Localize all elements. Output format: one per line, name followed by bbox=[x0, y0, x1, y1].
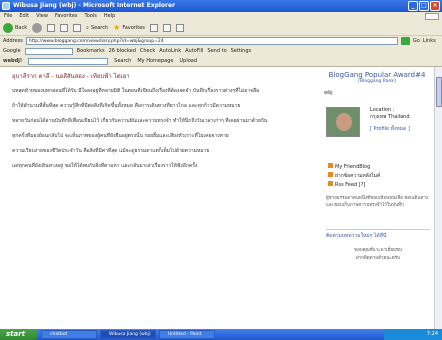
friend-icon bbox=[328, 163, 333, 168]
popup-blocked-button[interactable]: 26 blocked bbox=[109, 48, 136, 54]
post-title: อุบาลีราก ตาลึ - นอสีสันสอง - เทียบฟ้า ไ… bbox=[12, 73, 130, 80]
sidebar-links: My FriendBlog ฝากข้อความหลังไมค์ Rss Fee… bbox=[328, 163, 380, 190]
home-icon bbox=[73, 24, 82, 32]
check-button[interactable]: Check bbox=[140, 48, 155, 54]
scroll-thumb[interactable] bbox=[436, 77, 442, 107]
post-paragraph: บทสุดท้ายของบทกลอนที่ได้รับ มีใจลงอยู่ที… bbox=[12, 88, 260, 94]
links-label[interactable]: Links bbox=[423, 38, 436, 44]
award-title[interactable]: BlogGang Popular Award#4 bbox=[320, 71, 434, 79]
menu-file[interactable]: File bbox=[4, 12, 12, 21]
close-button[interactable]: × bbox=[430, 1, 440, 11]
go-label: Go bbox=[412, 38, 420, 44]
google-toolbar: Google Bookmarks 26 blocked Check AutoLi… bbox=[0, 46, 442, 56]
web-toolbar: webdj! Search My Homepage Upload bbox=[0, 56, 442, 67]
address-input[interactable]: http://www.bloggang.com/viewdiary.php?id… bbox=[25, 37, 398, 45]
menu-edit[interactable]: Edit bbox=[19, 12, 29, 21]
forward-button[interactable] bbox=[32, 23, 43, 34]
taskbar-item[interactable]: chatbot bbox=[41, 330, 97, 339]
homepage-button[interactable]: My Homepage bbox=[137, 58, 173, 64]
menu-favorites[interactable]: Favorites bbox=[55, 12, 78, 21]
upload-button[interactable]: Upload bbox=[179, 58, 197, 64]
sidebar: BlogGang Popular Award#4 [Bloggang Rank]… bbox=[320, 67, 434, 329]
forward-arrow-icon bbox=[32, 23, 43, 33]
mail-icon bbox=[162, 24, 171, 32]
post-paragraph: ทุกครั้งที่มองย้อนกลับไป จะเห็นภาพของผู้… bbox=[12, 133, 229, 139]
window-titlebar: Wibusa Jiang (wbj) - Microsoft Internet … bbox=[0, 0, 442, 12]
media-button[interactable] bbox=[149, 23, 158, 34]
start-button[interactable]: start bbox=[0, 329, 38, 340]
web-search-button[interactable]: Search bbox=[114, 58, 131, 64]
media-icon bbox=[149, 24, 158, 32]
profile-link[interactable]: [ Profile ทั้งหมด ] bbox=[370, 125, 410, 133]
taskbar-item[interactable]: Untitled - Paint bbox=[159, 330, 215, 339]
star-icon: ★ bbox=[113, 23, 121, 32]
webdj-logo: webdj! bbox=[3, 58, 23, 64]
post-paragraph: หลายวันก่อนได้อ่านบันทึกที่เพื่อนเขียนไว… bbox=[12, 118, 268, 124]
avatar[interactable] bbox=[326, 107, 360, 137]
menu-tools[interactable]: Tools bbox=[85, 12, 97, 21]
page-content: อุบาลีราก ตาลึ - นอสีสันสอง - เทียบฟ้า ไ… bbox=[0, 67, 434, 329]
google-logo: Google bbox=[3, 48, 21, 54]
back-button[interactable]: Back bbox=[3, 23, 27, 34]
address-bar: Address http://www.bloggang.com/viewdiar… bbox=[0, 36, 442, 46]
bookmarks-button[interactable]: Bookmarks bbox=[77, 48, 105, 54]
autolink-button[interactable]: AutoLink bbox=[159, 48, 181, 54]
post-paragraph: ถ้าให้สำนวนที่สั้นที่สุด ความรู้สึกที่มี… bbox=[12, 103, 241, 109]
window-title: Wibusa Jiang (wbj) - Microsoft Internet … bbox=[13, 2, 176, 9]
divider bbox=[326, 229, 430, 230]
home-button[interactable] bbox=[73, 23, 82, 34]
google-search-input[interactable] bbox=[24, 47, 73, 55]
rss-link[interactable]: Rss Feed [?] bbox=[328, 181, 380, 190]
back-arrow-icon bbox=[3, 23, 13, 33]
menu-bar: File Edit View Favorites Tools Help bbox=[0, 12, 442, 21]
ads-block: ขอบคุณที่แวะมาเยี่ยมชม ฝากติดตามด้วยนะคร… bbox=[354, 248, 402, 261]
post-paragraph: ความเรียบง่ายของชีวิตประจำวัน คือสิ่งที่… bbox=[12, 148, 210, 154]
standard-toolbar: Back ⌕ Search ★ Favorites bbox=[0, 21, 442, 36]
profile-bio: ผู้ชายธรรมดาคนหนึ่งที่ชอบเขียนหนังสือ ชอ… bbox=[326, 196, 429, 208]
address-label: Address bbox=[3, 38, 23, 44]
message-link[interactable]: ฝากข้อความหลังไมค์ bbox=[328, 172, 380, 181]
search-icon: ⌕ bbox=[86, 25, 89, 31]
go-button[interactable] bbox=[400, 37, 410, 45]
ie-icon bbox=[2, 2, 10, 10]
mail-icon bbox=[328, 172, 333, 177]
rank-link[interactable]: [Bloggang Rank] bbox=[320, 79, 434, 84]
maximize-button[interactable]: □ bbox=[419, 1, 429, 11]
menu-help[interactable]: Help bbox=[104, 12, 115, 21]
print-button[interactable] bbox=[175, 23, 184, 34]
taskbar-item[interactable]: Wibusa Jiang (wbj) bbox=[100, 330, 156, 339]
post-paragraph: แด่ทุกคนที่ยังเดินทางอยู่ ขอให้ได้พบกับส… bbox=[12, 163, 198, 169]
autofill-button[interactable]: AutoFill bbox=[185, 48, 203, 54]
minimize-button[interactable]: _ bbox=[408, 1, 418, 11]
print-icon bbox=[175, 24, 184, 32]
ads-title: ติดตามบทความใหม่ๆ ได้ที่นี่ bbox=[326, 233, 387, 239]
location: Location : กรุงเทพ Thailand bbox=[370, 107, 410, 120]
rss-icon bbox=[328, 181, 333, 186]
settings-button[interactable]: Settings bbox=[231, 48, 252, 54]
profile-name: wbj bbox=[324, 90, 333, 96]
refresh-icon bbox=[60, 24, 69, 32]
web-search-input[interactable] bbox=[28, 57, 109, 65]
search-button[interactable]: ⌕ Search bbox=[86, 23, 108, 34]
vertical-scrollbar[interactable] bbox=[434, 67, 442, 329]
taskbar: start chatbot Wibusa Jiang (wbj) Untitle… bbox=[0, 329, 442, 340]
sendto-button[interactable]: Send to bbox=[207, 48, 226, 54]
windows-logo-icon bbox=[425, 13, 439, 20]
blog-post: อุบาลีราก ตาลึ - นอสีสันสอง - เทียบฟ้า ไ… bbox=[12, 71, 300, 177]
refresh-button[interactable] bbox=[60, 23, 69, 34]
system-tray-clock: 7:24 bbox=[384, 329, 442, 340]
stop-icon bbox=[47, 24, 56, 32]
friendblog-link[interactable]: My FriendBlog bbox=[328, 163, 380, 172]
mail-button[interactable] bbox=[162, 23, 171, 34]
menu-view[interactable]: View bbox=[36, 12, 48, 21]
favorites-button[interactable]: ★ Favorites bbox=[113, 23, 145, 34]
stop-button[interactable] bbox=[47, 23, 56, 34]
